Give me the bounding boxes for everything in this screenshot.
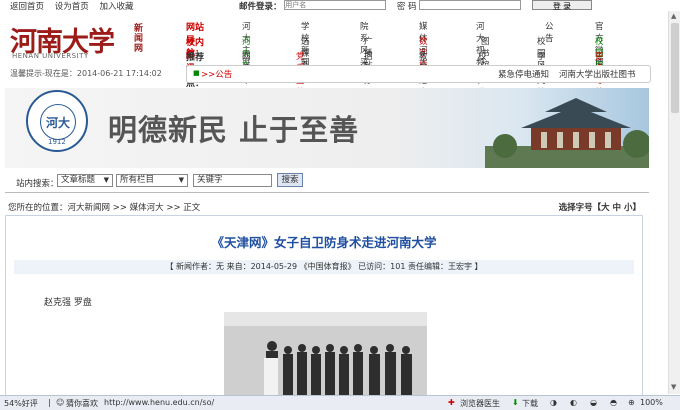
tray-icon: ◓ xyxy=(610,398,617,407)
banner: 河大 1912 明德新民 止于至善 xyxy=(5,88,649,168)
article-title: 《天津网》女子自卫防身术走进河南大学 xyxy=(211,235,437,250)
site-search: 站内搜索： 文章标题 ▼ 所有栏目 ▼ 关键字 搜索 xyxy=(5,171,649,189)
plus-icon: ✚ xyxy=(448,398,455,407)
download-label[interactable]: 下载 xyxy=(522,398,538,409)
search-column-select[interactable]: 所有栏目 ▼ xyxy=(116,174,188,187)
logo-english: HENAN UNIVERSITY xyxy=(12,52,89,60)
university-seal-icon: 河大 1912 xyxy=(26,90,88,152)
tray-icon: ◒ xyxy=(590,398,597,407)
search-button[interactable]: 搜索 xyxy=(277,173,303,187)
article-photo xyxy=(224,312,427,396)
bullet-icon: ■ xyxy=(193,69,200,77)
download-icon: ⬇ xyxy=(512,398,519,407)
status-url: http://www.henu.edu.cn/so/ xyxy=(104,398,215,407)
login-button[interactable]: 登 录 xyxy=(532,0,593,11)
you-may-like-link[interactable]: 猜你喜欢 xyxy=(66,398,98,409)
chevron-down-icon: ▼ xyxy=(103,176,109,184)
vertical-scrollbar[interactable]: ▲ ▼ xyxy=(668,11,680,394)
tray-icon: ◐ xyxy=(570,398,577,407)
article-authors: 赵克强 罗盘 xyxy=(44,298,92,308)
chevron-down-icon: ▼ xyxy=(178,176,184,184)
article-content: 《天津网》女子自卫防身术走进河南大学 【 新闻作者：无 来自：2014-05-2… xyxy=(5,215,643,396)
announcement-item[interactable]: 紧急停电通知 xyxy=(498,68,549,80)
username-input[interactable] xyxy=(284,0,387,10)
scroll-up-icon[interactable]: ▲ xyxy=(671,12,676,20)
search-input[interactable]: 关键字 xyxy=(193,174,272,187)
article-meta: 【 新闻作者：无 来自：2014-05-29 《中国体育报》 已访问：101 责… xyxy=(14,260,634,274)
site-logo[interactable]: 河南大学 新闻网 HENAN UNIVERSITY xyxy=(10,20,143,64)
search-label: 站内搜索： xyxy=(16,179,59,189)
search-field-select[interactable]: 文章标题 ▼ xyxy=(57,174,113,187)
building-image xyxy=(485,98,649,168)
scrollbar-thumb[interactable] xyxy=(671,23,679,113)
breadcrumb[interactable]: 您所在的位置：河大新闻网 >> 媒体河大 >> 正文 xyxy=(8,201,200,213)
rating-label[interactable]: 54%好评 xyxy=(4,398,38,409)
browser-doctor[interactable]: 浏览器医生 xyxy=(460,398,500,409)
top-bar: 返回首页 设为首页 加入收藏 邮件登录： 密 码 登 录 xyxy=(0,0,680,12)
font-size-selector[interactable]: 选择字号【大 中 小】 xyxy=(559,201,641,213)
datetime-notice: 温馨提示-现在是：2014-06-21 17:14:02 xyxy=(10,69,162,78)
announcement-item[interactable]: 河南大学出版社图书 xyxy=(559,68,636,80)
status-divider: | xyxy=(48,398,51,407)
nav-item[interactable]: 公告 xyxy=(545,20,554,44)
announcement-label[interactable]: >>公告 xyxy=(201,68,232,80)
tray-icon: ◑ xyxy=(550,398,557,407)
scroll-down-icon[interactable]: ▼ xyxy=(671,383,676,391)
password-input[interactable] xyxy=(419,0,522,10)
site-header: 河南大学 新闻网 HENAN UNIVERSITY 网站导航： 河大主页 学校新… xyxy=(0,11,680,110)
zoom-level[interactable]: 100% xyxy=(640,398,663,407)
logo-news: 新闻网 xyxy=(134,24,144,54)
zoom-icon: ⊕ xyxy=(628,398,635,407)
breadcrumb-bar: 您所在的位置：河大新闻网 >> 媒体河大 >> 正文 选择字号【大 中 小】 xyxy=(5,198,641,213)
browser-status-bar: 54%好评 | ☺ 猜你喜欢 http://www.henu.edu.cn/so… xyxy=(0,395,680,410)
announcement-bar: ■ >>公告 紧急停电通知 河南大学出版社图书 xyxy=(186,65,651,83)
banner-slogan: 明德新民 止于至善 xyxy=(108,113,360,147)
divider xyxy=(5,192,649,193)
smile-icon: ☺ xyxy=(56,398,65,407)
